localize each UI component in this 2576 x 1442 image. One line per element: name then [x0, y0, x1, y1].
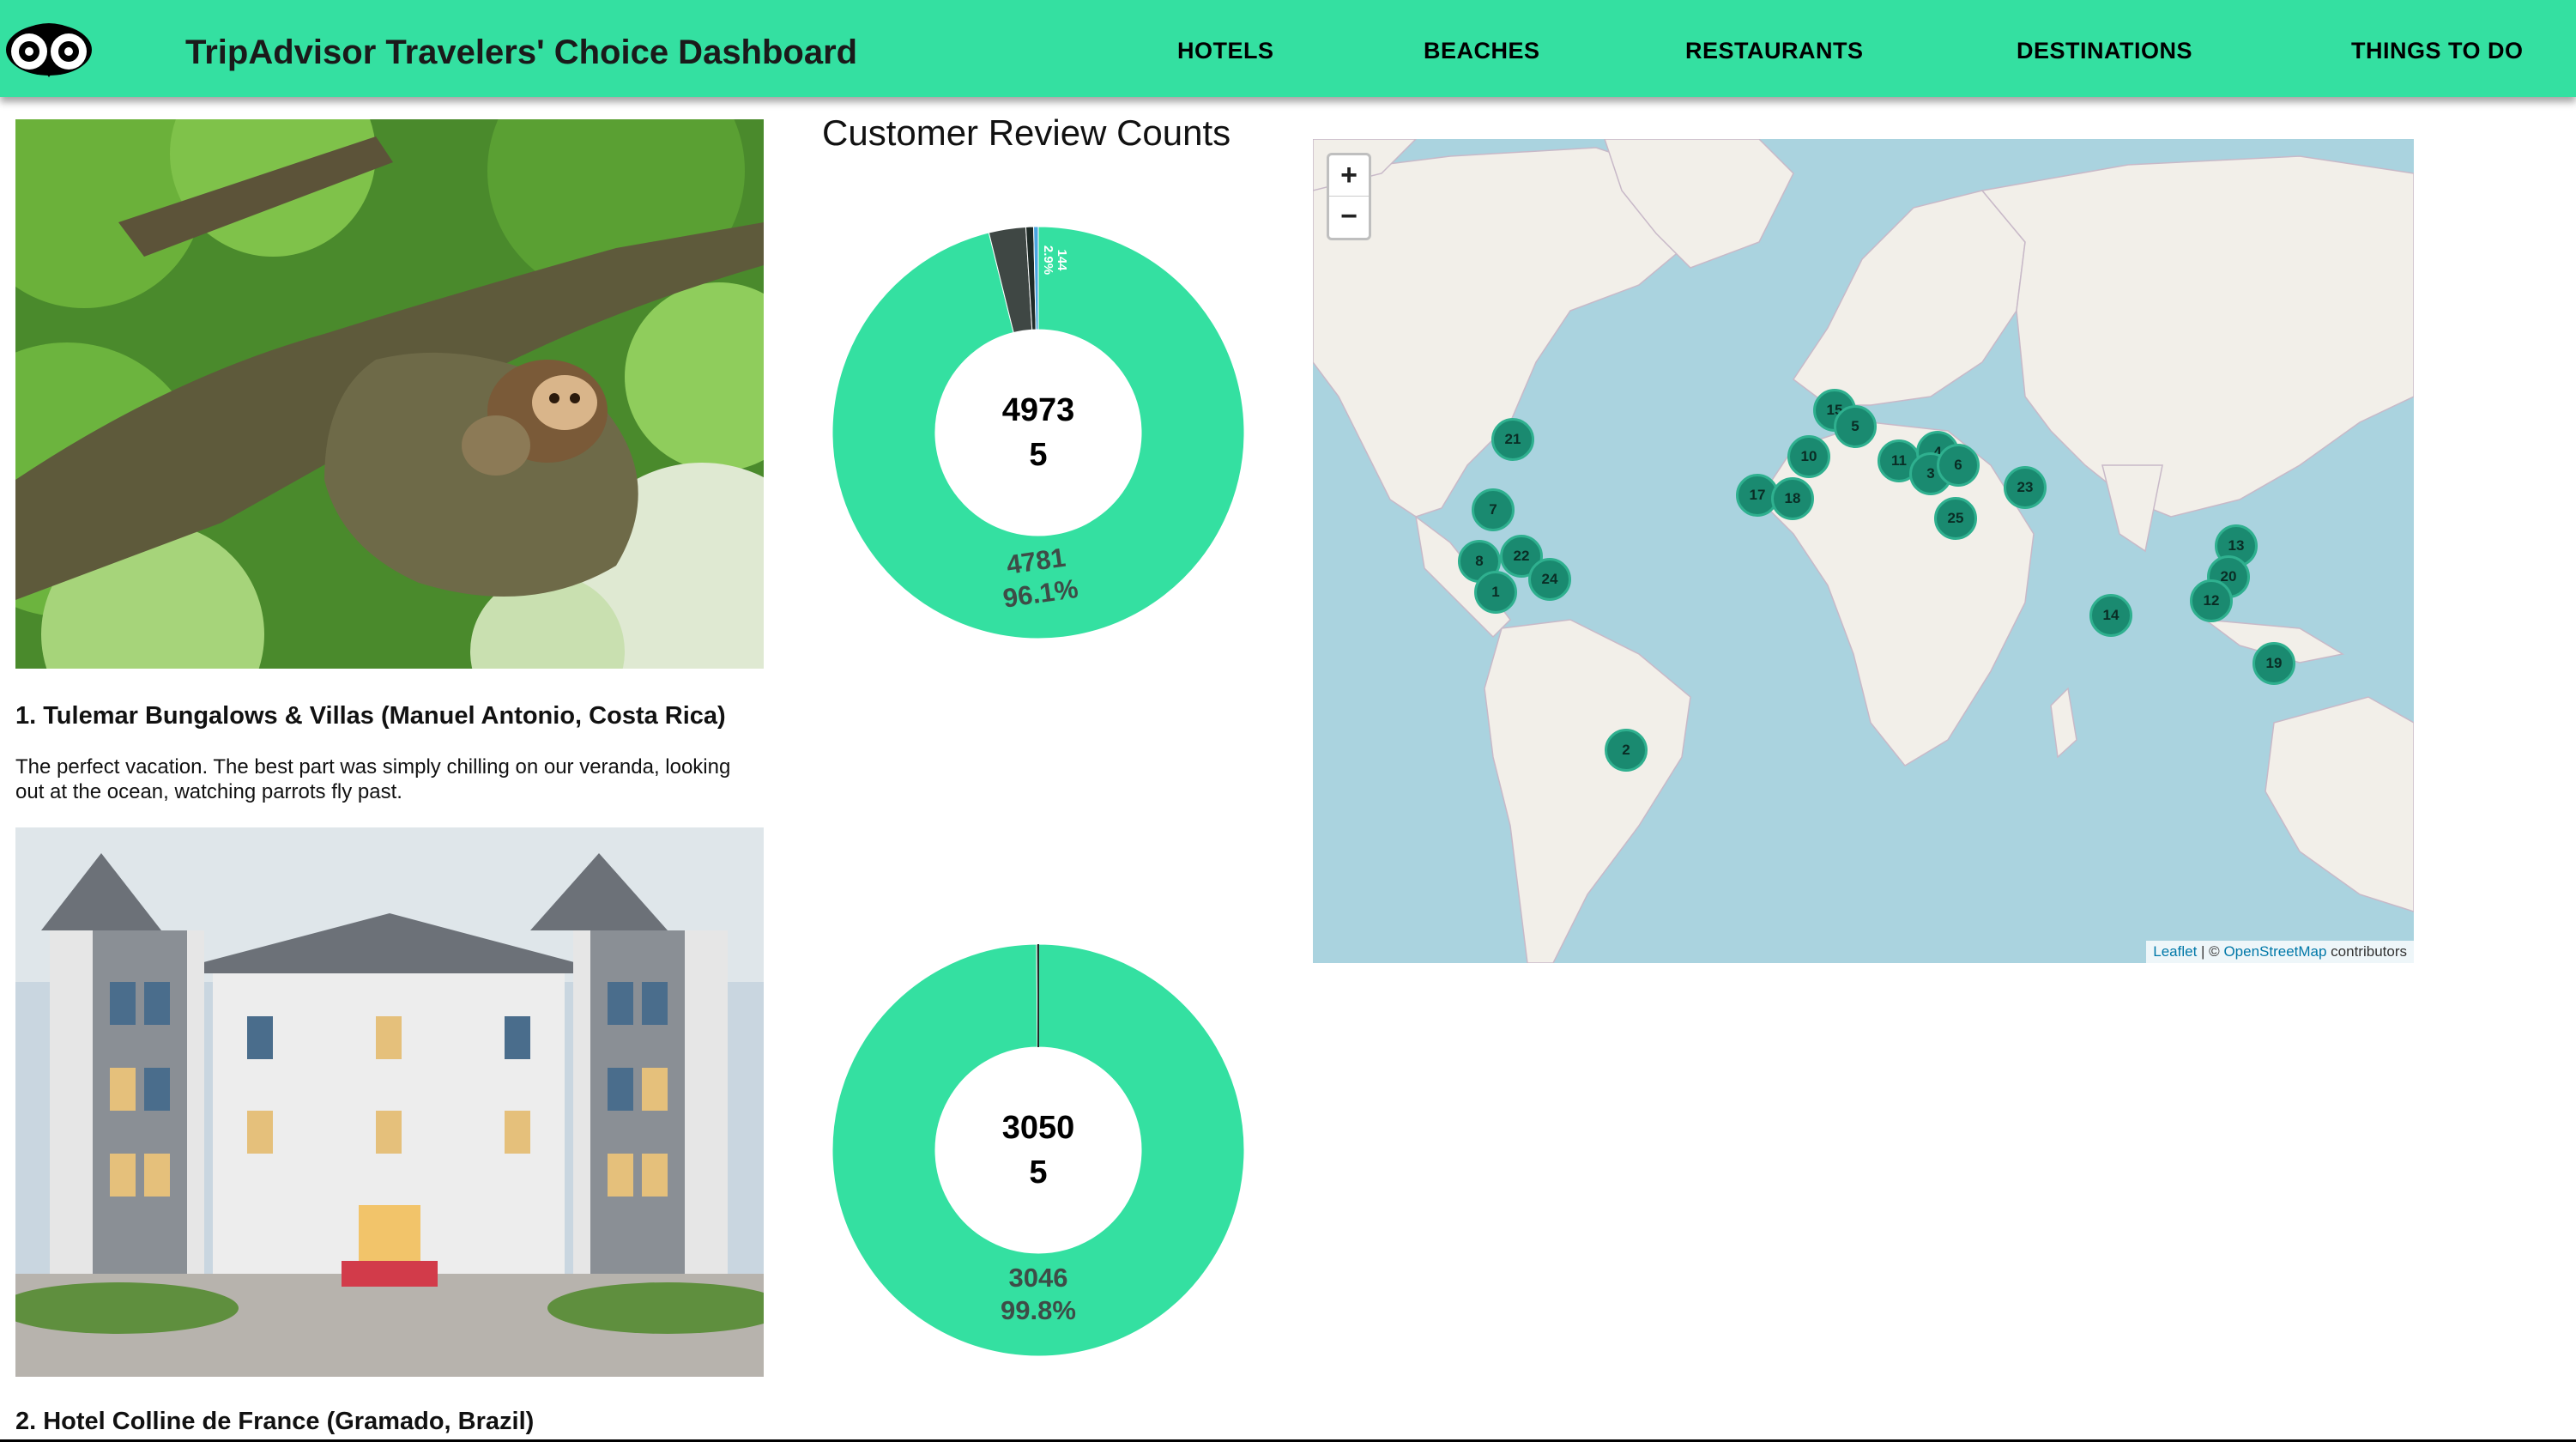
nav-destinations[interactable]: DESTINATIONS [2017, 38, 2192, 64]
map-marker[interactable]: 19 [2252, 642, 2295, 685]
zoom-control: + − [1327, 153, 1371, 240]
map-marker[interactable]: 24 [1528, 558, 1571, 601]
review-donut-1: 4973 5 4781 96.1% 144 2.9% [829, 223, 1248, 642]
leaflet-link[interactable]: Leaflet [2153, 943, 2197, 960]
donut-1-minor-pct: 2.9% [1041, 245, 1055, 276]
donut-2-main-pct: 99.8% [1001, 1295, 1076, 1325]
zoom-in-button[interactable]: + [1329, 155, 1369, 197]
map-marker[interactable]: 25 [1934, 497, 1977, 540]
donut-1-rating: 5 [1029, 437, 1048, 473]
donut-2-total: 3050 [1001, 1110, 1075, 1146]
map-marker[interactable]: 21 [1491, 418, 1534, 461]
map-marker[interactable]: 18 [1771, 477, 1814, 520]
donut-1-minor-label: 144 2.9% [1008, 241, 1069, 279]
map-marker[interactable]: 5 [1834, 405, 1877, 448]
top-navbar: TripAdvisor Travelers' Choice Dashboard … [0, 0, 2576, 97]
donut-2-main-count: 3046 [1008, 1263, 1068, 1293]
donut-1-center: 4973 5 [829, 388, 1248, 477]
openstreetmap-link[interactable]: OpenStreetMap [2223, 943, 2326, 960]
donut-2-center: 3050 5 [829, 1106, 1248, 1195]
hotel-1-photo [15, 119, 764, 669]
review-counts-title: Customer Review Counts [822, 112, 1231, 153]
map-attribution: Leaflet | © OpenStreetMap contributors [2146, 941, 2414, 963]
map-marker[interactable]: 23 [2004, 466, 2047, 509]
dashboard-title: TripAdvisor Travelers' Choice Dashboard [185, 33, 858, 71]
tripadvisor-owl-logo-icon[interactable] [3, 19, 94, 79]
hotel-2-title[interactable]: 2. Hotel Colline de France (Gramado, Bra… [15, 1408, 534, 1436]
attribution-separator: | © [2197, 943, 2224, 960]
zoom-out-button[interactable]: − [1329, 197, 1369, 238]
map-marker[interactable]: 7 [1472, 488, 1515, 531]
hotel-2-photo [15, 827, 764, 1377]
map-marker[interactable]: 14 [2089, 594, 2132, 637]
donut-2-main-label: 3046 99.8% [829, 1262, 1248, 1327]
map-marker[interactable]: 2 [1605, 729, 1648, 772]
nav-restaurants[interactable]: RESTAURANTS [1685, 38, 1864, 64]
map-marker[interactable]: 12 [2190, 579, 2233, 622]
donut-1-minor-count: 144 [1055, 249, 1069, 271]
map-marker[interactable]: 6 [1937, 444, 1980, 487]
world-map[interactable]: + − 21 7 8 22 1 24 2 15 5 10 17 18 11 4 … [1313, 139, 2414, 963]
nav-beaches[interactable]: BEACHES [1424, 38, 1540, 64]
review-donut-2: 3050 5 3046 99.8% [829, 941, 1248, 1360]
map-marker[interactable]: 1 [1474, 571, 1517, 614]
nav-things-to-do[interactable]: THINGS TO DO [2351, 38, 2524, 64]
attribution-tail: contributors [2326, 943, 2407, 960]
donut-1-total: 4973 [1001, 392, 1075, 428]
donut-2-rating: 5 [1029, 1154, 1048, 1191]
hotel-1-title[interactable]: 1. Tulemar Bungalows & Villas (Manuel An… [15, 702, 726, 730]
nav-hotels[interactable]: HOTELS [1177, 38, 1274, 64]
hotel-1-review: The perfect vacation. The best part was … [15, 755, 731, 803]
map-marker[interactable]: 10 [1787, 435, 1830, 478]
